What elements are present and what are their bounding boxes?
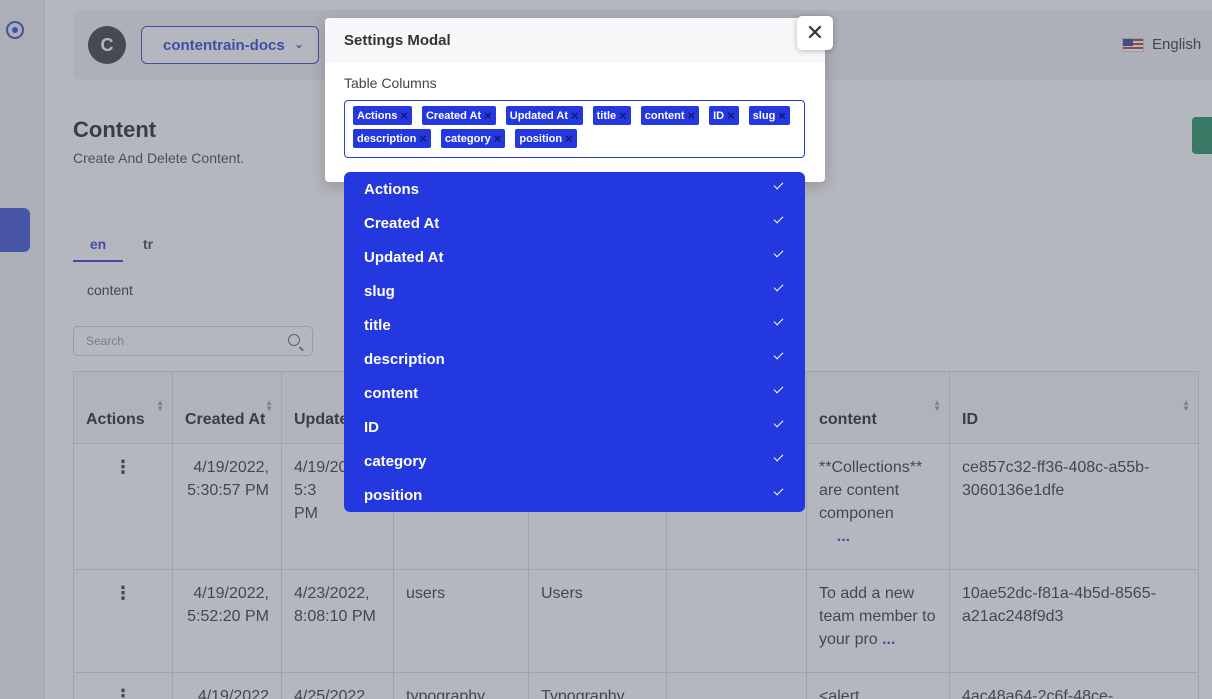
remove-tag-icon[interactable]: × (619, 108, 627, 123)
close-icon: ✕ (805, 20, 825, 45)
dropdown-option[interactable]: ID (344, 410, 805, 444)
remove-tag-icon[interactable]: × (484, 108, 492, 123)
dropdown-option[interactable]: content (344, 376, 805, 410)
column-tag: slug × (748, 106, 790, 125)
check-icon (773, 214, 785, 226)
dropdown-option[interactable]: position (344, 478, 805, 512)
column-tag: description × (353, 129, 431, 148)
remove-tag-icon[interactable]: × (494, 131, 502, 146)
check-icon (773, 452, 785, 464)
check-icon (773, 418, 785, 430)
check-icon (773, 180, 785, 192)
column-tag: Created At × (421, 106, 496, 125)
column-tag: position × (515, 129, 577, 148)
columns-multiselect[interactable]: Actions × Created At × Updated At × title × … (344, 100, 805, 158)
dropdown-option[interactable]: title (344, 308, 805, 342)
close-modal-button[interactable]: ✕ (797, 16, 833, 50)
column-tag: content × (640, 106, 700, 125)
dropdown-option[interactable]: Updated At (344, 240, 805, 274)
remove-tag-icon[interactable]: × (688, 108, 696, 123)
dropdown-option[interactable]: Actions (344, 172, 805, 206)
column-tag: ID × (709, 106, 739, 125)
dropdown-option[interactable]: description (344, 342, 805, 376)
column-tag: category × (440, 129, 506, 148)
dropdown-option[interactable]: category (344, 444, 805, 478)
dropdown-option[interactable]: slug (344, 274, 805, 308)
dropdown-option[interactable]: Created At (344, 206, 805, 240)
remove-tag-icon[interactable]: × (419, 131, 427, 146)
check-icon (773, 350, 785, 362)
check-icon (773, 384, 785, 396)
remove-tag-icon[interactable]: × (400, 108, 408, 123)
check-icon (773, 316, 785, 328)
column-tag: title × (592, 106, 631, 125)
check-icon (773, 282, 785, 294)
column-tag: Actions × (353, 106, 412, 125)
modal-title: Settings Modal (325, 18, 825, 62)
remove-tag-icon[interactable]: × (778, 108, 786, 123)
columns-dropdown: Actions Created At Updated At slug title… (344, 172, 805, 512)
remove-tag-icon[interactable]: × (571, 108, 579, 123)
check-icon (773, 486, 785, 498)
remove-tag-icon[interactable]: × (727, 108, 735, 123)
remove-tag-icon[interactable]: × (565, 131, 573, 146)
table-columns-label: Table Columns (344, 75, 437, 91)
check-icon (773, 248, 785, 260)
settings-modal: Settings Modal Table Columns Actions × Cr… (325, 18, 825, 182)
column-tag: Updated At × (505, 106, 583, 125)
